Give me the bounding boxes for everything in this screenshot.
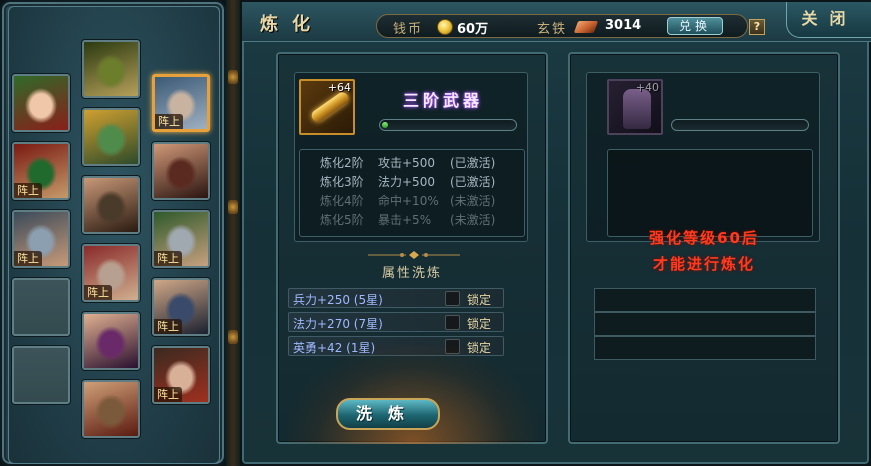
in-formation-badge: 阵上 bbox=[155, 114, 183, 129]
target-info-box: +40 bbox=[586, 72, 820, 242]
notice-line-2: 才能进行炼化 bbox=[652, 255, 755, 273]
window-title: 炼化 bbox=[260, 14, 324, 35]
refine-progress-fill bbox=[382, 122, 388, 128]
refine-level-status: (未激活) bbox=[450, 213, 496, 227]
attribute-text: 法力+270 (7星) bbox=[293, 317, 383, 331]
hero-face-image bbox=[84, 110, 138, 164]
hero-portrait[interactable]: 阵上 bbox=[12, 210, 70, 268]
currency-bar: 钱币 60万 玄铁 3014 兑换 bbox=[376, 14, 748, 38]
hero-portrait[interactable] bbox=[82, 176, 140, 234]
refine-level-name: 炼化5阶 bbox=[320, 213, 364, 227]
attribute-text: 兵力+250 (5星) bbox=[293, 293, 383, 307]
hero-portrait[interactable] bbox=[152, 142, 210, 200]
divider-ornament bbox=[228, 200, 238, 214]
hero-portrait[interactable]: 阵上 bbox=[152, 74, 210, 132]
hero-face-image bbox=[84, 382, 138, 436]
refine-progress-bar bbox=[379, 119, 517, 131]
refine-level-status: (已激活) bbox=[450, 175, 496, 189]
item-info-box: +64 三阶武器 炼化2阶 攻击+500 (已激活) 炼化3阶 法力+500 (已激活) 炼… bbox=[294, 72, 528, 242]
in-formation-badge: 阵上 bbox=[154, 251, 182, 266]
armor-icon bbox=[623, 89, 651, 129]
wash-button[interactable]: 洗炼 bbox=[336, 398, 440, 430]
attribute-wash-title: 属性洗炼 bbox=[381, 266, 442, 281]
refine-level-name: 炼化4阶 bbox=[320, 194, 364, 208]
hero-portrait[interactable]: 阵上 bbox=[82, 244, 140, 302]
lock-label: 锁定 bbox=[467, 317, 492, 331]
in-formation-badge: 阵上 bbox=[14, 251, 42, 266]
target-pane: +40 强化等级60后 才能进行炼化 bbox=[568, 52, 840, 444]
in-formation-badge: 阵上 bbox=[14, 183, 42, 198]
empty-attr-row bbox=[594, 288, 816, 312]
coins-value: 60万 bbox=[457, 22, 489, 37]
refine-level-name: 炼化2阶 bbox=[320, 156, 364, 170]
hero-portrait[interactable] bbox=[82, 108, 140, 166]
hero-portrait[interactable] bbox=[82, 380, 140, 438]
hero-portrait[interactable] bbox=[12, 74, 70, 132]
panel-divider bbox=[226, 0, 240, 466]
refine-level-effect: 法力+500 bbox=[378, 175, 435, 189]
in-formation-badge: 阵上 bbox=[154, 387, 182, 402]
refine-level-row: 炼化4阶 命中+10% (未激活) bbox=[320, 192, 495, 210]
refine-level-effect: 攻击+500 bbox=[378, 156, 435, 170]
hero-portrait[interactable]: 阵上 bbox=[152, 210, 210, 268]
hero-portrait[interactable]: 阵上 bbox=[152, 278, 210, 336]
target-details-box bbox=[607, 149, 813, 237]
refine-level-row: 炼化3阶 法力+500 (已激活) bbox=[320, 173, 495, 191]
divider-ornament bbox=[228, 70, 238, 84]
refine-level-effect: 命中+10% bbox=[378, 194, 439, 208]
refine-main-panel: 炼化 钱币 60万 玄铁 3014 兑换 ? 关闭 +64 三阶武器 炼化2阶 … bbox=[240, 0, 871, 466]
hero-portrait[interactable] bbox=[82, 312, 140, 370]
empty-hero-slot[interactable] bbox=[12, 278, 70, 336]
target-progress-bar bbox=[671, 119, 809, 131]
lock-label: 锁定 bbox=[467, 293, 492, 307]
divider-ornament bbox=[228, 330, 238, 344]
help-button[interactable]: ? bbox=[749, 19, 765, 35]
hero-face-image bbox=[84, 42, 138, 96]
hero-portrait[interactable]: 阵上 bbox=[12, 142, 70, 200]
weapon-icon bbox=[309, 90, 351, 124]
armor-item-slot[interactable]: +40 bbox=[607, 79, 663, 135]
lock-checkbox[interactable] bbox=[445, 315, 460, 330]
refine-levels-box: 炼化2阶 攻击+500 (已激活) 炼化3阶 法力+500 (已激活) 炼化4阶 命中+10%… bbox=[299, 149, 525, 237]
in-formation-badge: 阵上 bbox=[84, 285, 112, 300]
hero-face-image bbox=[14, 76, 68, 130]
refine-level-status: (未激活) bbox=[450, 194, 496, 208]
hero-face-image bbox=[84, 314, 138, 368]
iron-label: 玄铁 bbox=[537, 22, 568, 37]
refine-level-row: 炼化5阶 暴击+5% (未激活) bbox=[320, 211, 495, 229]
coin-icon bbox=[437, 19, 453, 35]
section-divider-ornament bbox=[368, 251, 460, 259]
refine-window: 阵上 阵上 阵上 阵上 阵上 阵上 阵上 炼化 钱币 60万 玄铁 3014 兑换 ? 关闭 bbox=[0, 0, 871, 466]
close-button[interactable]: 关闭 bbox=[786, 2, 871, 38]
refine-level-name: 炼化3阶 bbox=[320, 175, 364, 189]
iron-icon bbox=[573, 21, 599, 33]
hero-portrait[interactable]: 阵上 bbox=[152, 346, 210, 404]
attribute-row: 法力+270 (7星) 锁定 bbox=[288, 312, 504, 332]
weapon-item-slot[interactable]: +64 bbox=[299, 79, 355, 135]
refine-level-status: (已激活) bbox=[450, 156, 496, 170]
hero-face-image bbox=[84, 178, 138, 232]
iron-value: 3014 bbox=[605, 18, 642, 33]
empty-attr-row bbox=[594, 312, 816, 336]
target-plus-level: +40 bbox=[635, 81, 659, 94]
refine-pane: +64 三阶武器 炼化2阶 攻击+500 (已激活) 炼化3阶 法力+500 (已激活) 炼… bbox=[276, 52, 548, 444]
hero-face-image bbox=[154, 144, 208, 198]
refine-level-row: 炼化2阶 攻击+500 (已激活) bbox=[320, 154, 495, 172]
coins-label: 钱币 bbox=[393, 22, 424, 37]
item-name: 三阶武器 bbox=[403, 91, 484, 110]
hero-portrait[interactable] bbox=[82, 40, 140, 98]
refine-level-effect: 暴击+5% bbox=[378, 213, 432, 227]
in-formation-badge: 阵上 bbox=[154, 319, 182, 334]
notice-line-1: 强化等级60后 bbox=[649, 229, 759, 247]
item-plus-level: +64 bbox=[327, 81, 351, 94]
exchange-button[interactable]: 兑换 bbox=[667, 17, 723, 35]
empty-hero-slot[interactable] bbox=[12, 346, 70, 404]
title-bar: 炼化 钱币 60万 玄铁 3014 兑换 ? 关闭 bbox=[242, 2, 871, 42]
attribute-row: 兵力+250 (5星) 锁定 bbox=[288, 288, 504, 308]
empty-attr-row bbox=[594, 336, 816, 360]
hero-list-panel: 阵上 阵上 阵上 阵上 阵上 阵上 阵上 bbox=[0, 0, 226, 466]
lock-checkbox[interactable] bbox=[445, 291, 460, 306]
